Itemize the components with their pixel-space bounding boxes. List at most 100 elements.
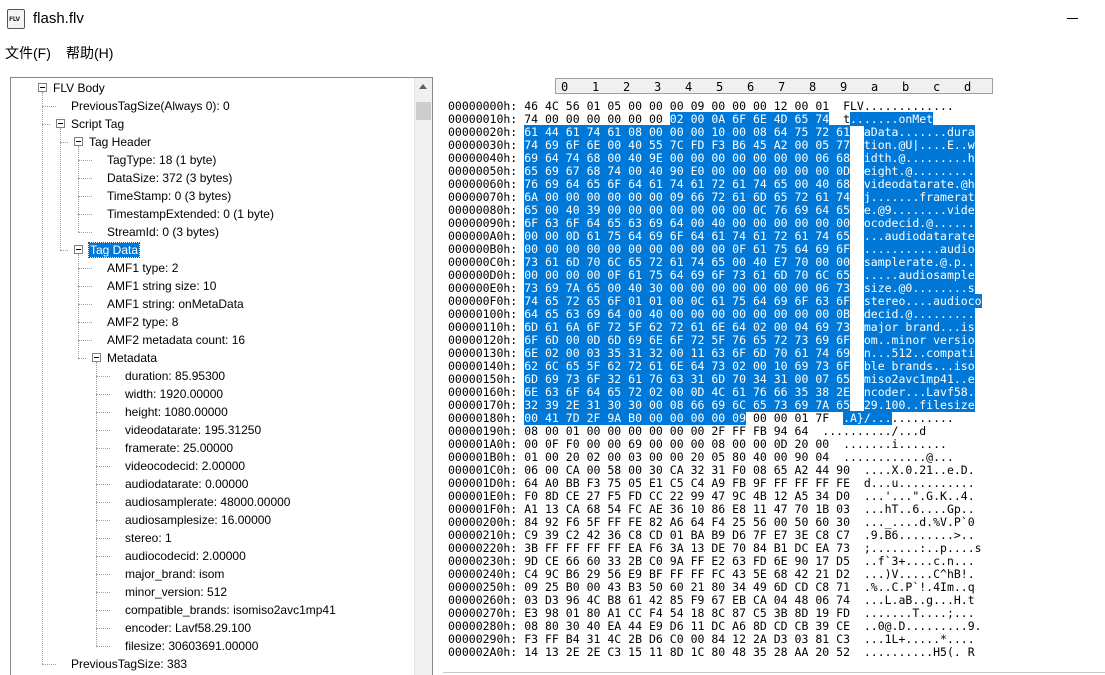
hex-byte[interactable]: E9 [628, 567, 642, 581]
hex-byte[interactable]: 9C [545, 567, 559, 581]
hex-byte[interactable]: F4 [649, 606, 663, 620]
hex-byte[interactable]: 56 [607, 567, 621, 581]
hex-byte[interactable]: F0 [732, 463, 746, 477]
hex-byte[interactable]: 61 [711, 229, 726, 243]
hex-byte[interactable]: 72 [565, 294, 580, 308]
hex-byte[interactable]: 72 [773, 333, 788, 347]
hex-byte[interactable]: 00 [690, 112, 705, 126]
hex-byte[interactable]: 00 [690, 203, 705, 217]
hex-byte[interactable]: 32 [691, 463, 705, 477]
hex-byte[interactable]: FE [836, 476, 850, 490]
hex-byte[interactable]: 9C [732, 489, 746, 503]
hex-byte[interactable]: 00 [732, 164, 747, 178]
hex-byte[interactable]: 00 [649, 437, 663, 451]
hex-byte[interactable]: 74 [836, 190, 850, 204]
hex-byte[interactable]: 86 [711, 502, 725, 516]
hex-byte[interactable]: 11 [690, 346, 705, 360]
hex-byte[interactable]: 40 [628, 138, 643, 152]
hex-byte[interactable]: 00 [565, 268, 580, 282]
hex-byte[interactable]: 39 [544, 398, 559, 412]
hex-byte[interactable]: 63 [669, 372, 684, 386]
hex-byte[interactable]: 72 [690, 333, 705, 347]
hex-byte[interactable]: 00 [815, 255, 830, 269]
hex-byte[interactable]: 00 [732, 125, 747, 139]
hex-byte[interactable]: 70 [586, 255, 601, 269]
hex-byte[interactable]: 00 [752, 359, 767, 373]
hex-byte[interactable]: 61 [648, 359, 663, 373]
hex-byte[interactable]: 56 [753, 515, 767, 529]
hex-byte[interactable]: 73 [836, 281, 850, 295]
hex-byte[interactable]: FB [732, 476, 746, 490]
hex-byte[interactable]: 05 [628, 476, 642, 490]
hex-byte[interactable]: FF [566, 541, 580, 555]
hex-byte[interactable]: 13 [545, 502, 559, 516]
hex-byte[interactable]: 00 [628, 242, 643, 256]
hex-byte[interactable]: 00 [669, 411, 684, 425]
hex-byte[interactable]: 00 [544, 203, 559, 217]
hex-byte[interactable]: B9 [711, 528, 725, 542]
hex-byte[interactable]: 69 [794, 203, 809, 217]
hex-byte[interactable]: 64 [586, 385, 601, 399]
hex-byte[interactable]: 00 [587, 424, 601, 438]
hex-byte[interactable]: 00 [586, 242, 601, 256]
hex-byte[interactable]: 72 [628, 385, 643, 399]
hex-byte[interactable]: C5 [753, 606, 767, 620]
hex-byte[interactable]: 00 [691, 424, 705, 438]
hex-byte[interactable]: CE [545, 554, 559, 568]
hex-byte[interactable]: 00 [587, 437, 601, 451]
hex-byte[interactable]: 06 [815, 593, 829, 607]
hex-byte[interactable]: A0 [545, 476, 559, 490]
hex-byte[interactable]: 69 [815, 333, 830, 347]
hex-byte[interactable]: 05 [815, 138, 830, 152]
hex-byte[interactable]: 65 [544, 307, 559, 321]
hex-byte[interactable]: 54 [670, 606, 684, 620]
hex-byte[interactable]: 28 [774, 645, 788, 659]
hex-byte[interactable]: 00 [773, 216, 788, 230]
hex-byte[interactable]: 75 [607, 476, 621, 490]
hex-view[interactable]: 00000000h: 46 4C 56 01 05 00 00 00 09 00… [448, 100, 982, 659]
hex-byte[interactable]: 61 [794, 229, 809, 243]
hex-byte[interactable]: 61 [732, 177, 747, 191]
hex-byte[interactable]: C5 [670, 476, 684, 490]
hex-byte[interactable]: B6 [732, 138, 747, 152]
hex-byte[interactable]: FC [711, 567, 725, 581]
hex-byte[interactable]: 66 [690, 190, 705, 204]
tree-item[interactable]: audiosamplesize: 16.00000 [125, 511, 271, 529]
hex-byte[interactable]: 74 [815, 346, 830, 360]
hex-byte[interactable]: 80 [711, 645, 725, 659]
hex-byte[interactable]: 40 [648, 164, 663, 178]
hex-byte[interactable]: 02 [732, 359, 747, 373]
hex-byte[interactable]: 00 [732, 281, 747, 295]
hex-byte[interactable]: 00 [773, 164, 788, 178]
hex-byte[interactable]: 00 [794, 307, 809, 321]
hex-byte[interactable]: 07 [815, 372, 830, 386]
tree-item[interactable]: audiocodecid: 2.00000 [125, 547, 246, 565]
hex-byte[interactable]: 03 [795, 632, 809, 646]
hex-byte[interactable]: 9E [648, 151, 663, 165]
hex-byte[interactable]: B0 [566, 580, 580, 594]
hex-byte[interactable]: 00 [524, 411, 539, 425]
hex-byte[interactable]: 00 [690, 242, 705, 256]
hex-byte[interactable]: 39 [586, 203, 601, 217]
hex-byte[interactable]: 32 [607, 372, 622, 386]
hex-byte[interactable]: 69 [628, 437, 642, 451]
hex-byte[interactable]: 40 [711, 216, 726, 230]
hex-byte[interactable]: 35 [753, 645, 767, 659]
hex-byte[interactable]: 64 [586, 216, 601, 230]
hex-byte[interactable]: 00 [544, 242, 559, 256]
hex-byte[interactable]: 2E [566, 645, 580, 659]
hex-byte[interactable]: CD [774, 619, 788, 633]
hex-byte[interactable]: 66 [773, 385, 788, 399]
hex-byte[interactable]: 72 [794, 190, 809, 204]
tree-view[interactable]: FLV Body PreviousTagSize(Always 0): 0 Scri… [10, 77, 433, 675]
hex-byte[interactable]: 6F [524, 333, 539, 347]
hex-byte[interactable]: 6D [544, 333, 559, 347]
hex-byte[interactable]: 40 [752, 255, 767, 269]
hex-byte[interactable]: 40 [628, 151, 643, 165]
hex-byte[interactable]: 6F [836, 294, 850, 308]
tree-item[interactable]: TagType: 18 (1 byte) [107, 151, 216, 169]
hex-byte[interactable]: 20 [566, 450, 580, 464]
hex-byte[interactable]: 40 [565, 203, 580, 217]
hex-byte[interactable]: 61 [752, 268, 767, 282]
hex-byte[interactable]: 46 [524, 99, 538, 113]
